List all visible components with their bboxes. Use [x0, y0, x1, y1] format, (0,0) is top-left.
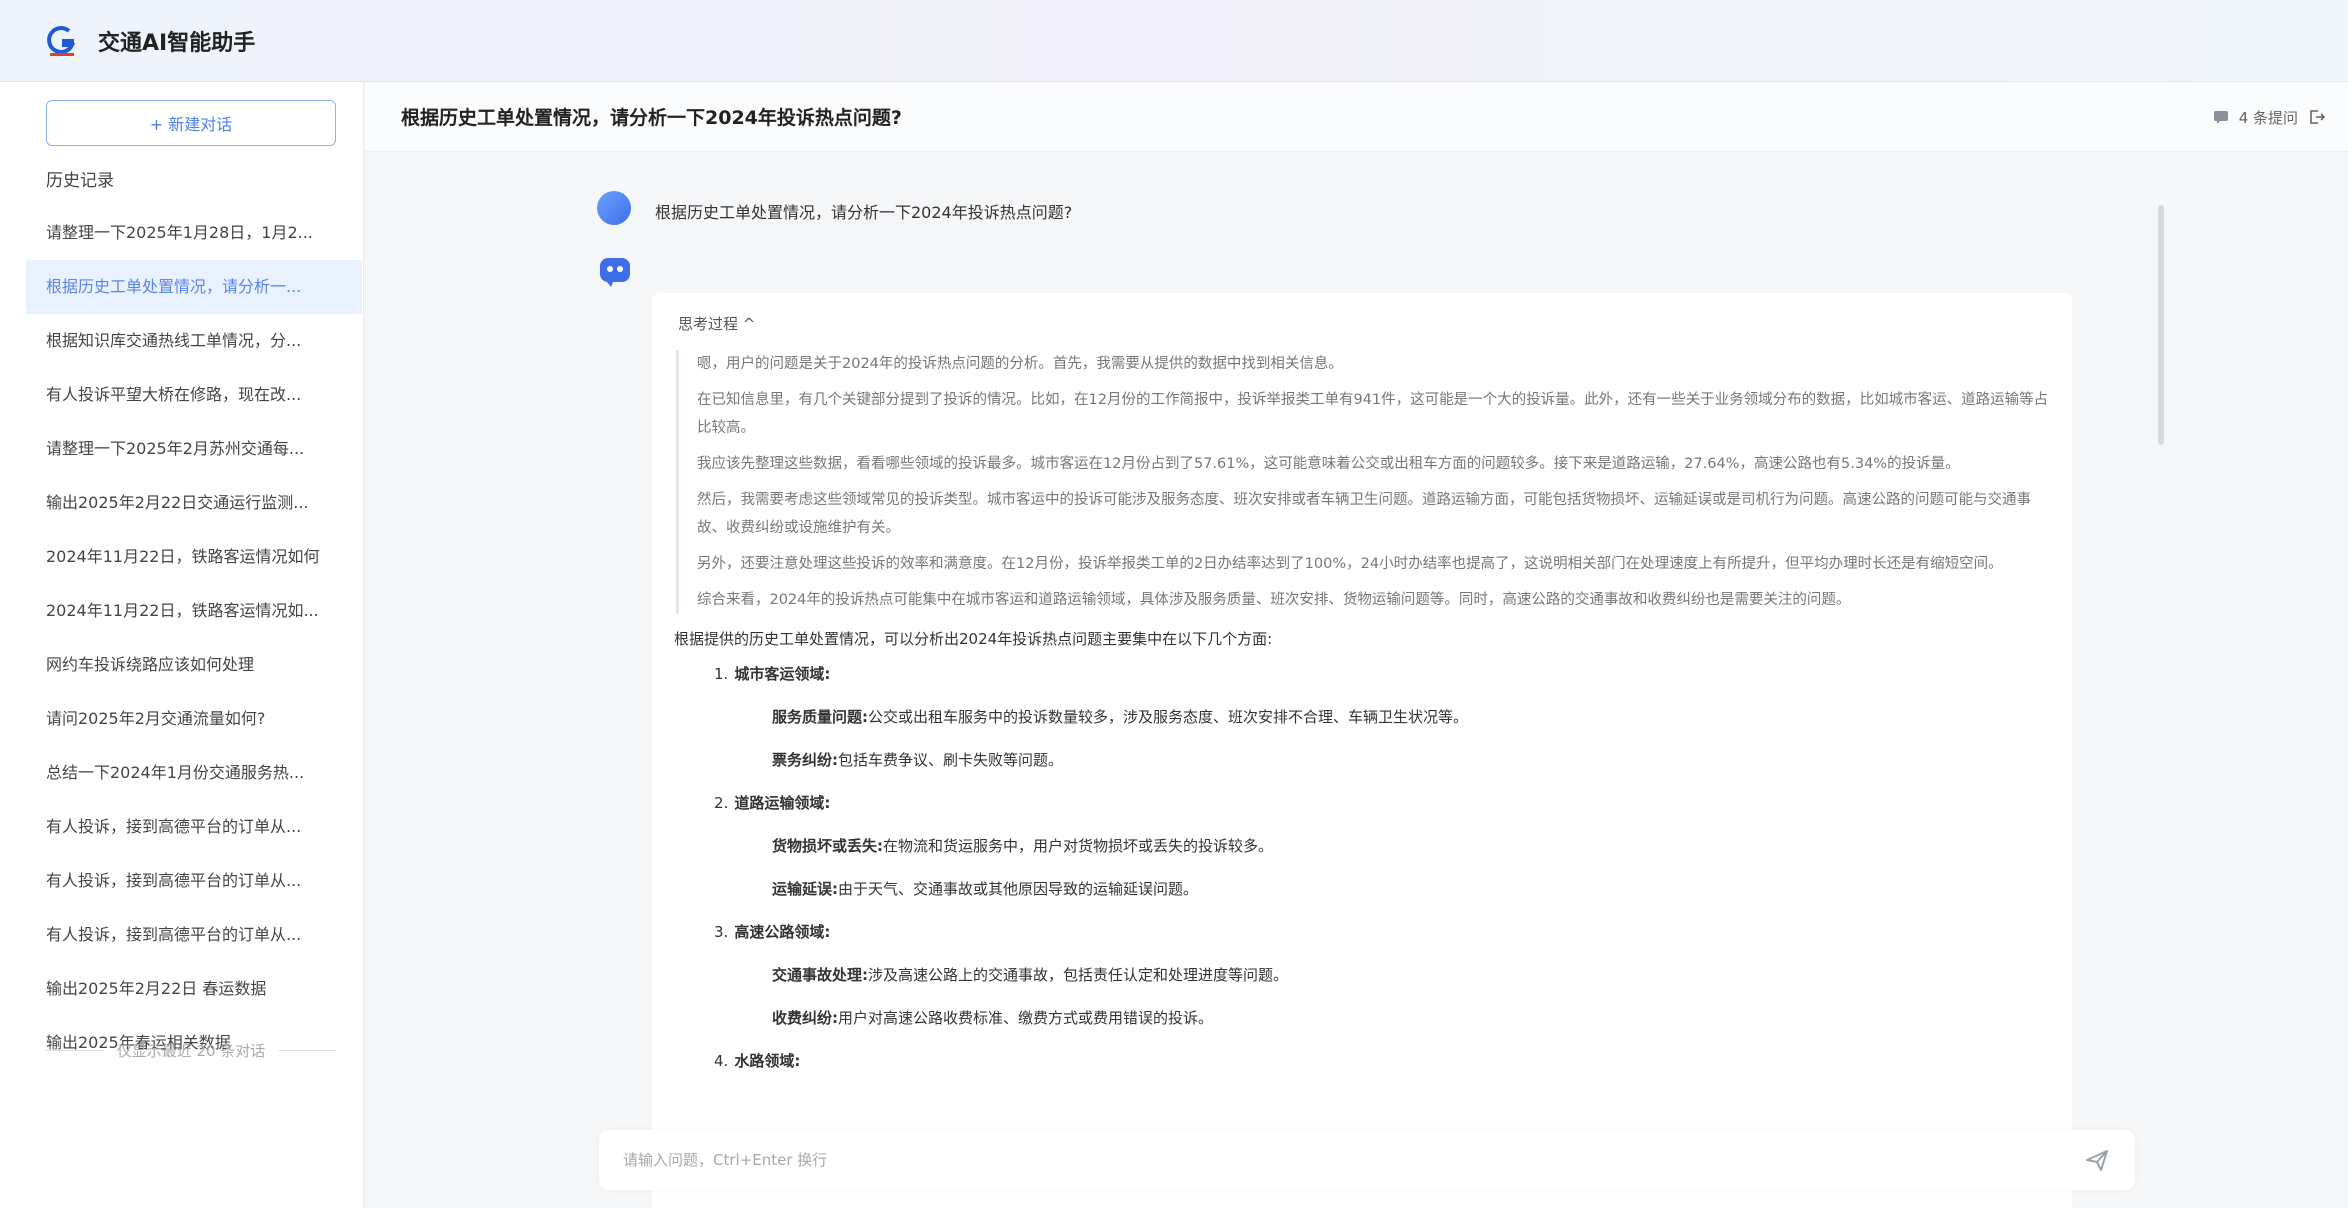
answer-point: 服务质量问题:公交或出租车服务中的投诉数量较多，涉及服务态度、班次安排不合理、车…: [772, 706, 2050, 727]
point-text: 在物流和货运服务中，用户对货物损坏或丢失的投诉较多。: [883, 837, 1274, 855]
header-actions: 4 条提问: [2213, 82, 2326, 152]
section-title: 1. 城市客运领域:: [714, 663, 2050, 684]
history-item[interactable]: 有人投诉，接到高德平台的订单从...: [26, 800, 362, 854]
answer-point: 货物损坏或丢失:在物流和货运服务中，用户对货物损坏或丢失的投诉较多。: [772, 835, 2050, 856]
history-item[interactable]: 根据知识库交通热线工单情况，分...: [26, 314, 362, 368]
think-paragraph: 然后，我需要考虑这些领域常见的投诉类型。城市客运中的投诉可能涉及服务态度、班次安…: [697, 492, 2031, 536]
section-heading: 道路运输领域:: [734, 794, 831, 812]
think-paragraph: 综合来看，2024年的投诉热点可能集中在城市客运和道路运输领域，具体涉及服务质量…: [697, 592, 1851, 608]
history-item[interactable]: 请整理一下2025年1月28日，1月2...: [26, 206, 362, 260]
history-title: 历史记录: [46, 171, 114, 191]
chat-title: 根据历史工单处置情况，请分析一下2024年投诉热点问题?: [401, 107, 902, 129]
point-text: 包括车费争议、刷卡失败等问题。: [838, 751, 1064, 769]
message-input-bar: [599, 1130, 2135, 1190]
think-paragraph: 另外，还要注意处理这些投诉的效率和满意度。在12月份，投诉举报类工单的2日办结率…: [697, 556, 2003, 572]
section-number: 4.: [714, 1052, 729, 1070]
history-footer-text: 仅显示最近 20 条对话: [116, 1042, 266, 1060]
answer-point: 收费纠纷:用户对高速公路收费标准、缴费方式或费用错误的投诉。: [772, 1007, 2050, 1028]
think-toggle[interactable]: 思考过程 ^: [678, 313, 2050, 334]
section-number: 2.: [714, 794, 729, 812]
user-message: 根据历史工单处置情况，请分析一下2024年投诉热点问题?: [655, 203, 1073, 222]
point-label: 交通事故处理:: [772, 966, 868, 984]
think-paragraph: 嗯，用户的问题是关于2024年的投诉热点问题的分析。首先，我需要从提供的数据中找…: [697, 356, 1343, 372]
section-number: 1.: [714, 665, 729, 683]
share-icon[interactable]: [2308, 108, 2326, 126]
history-item[interactable]: 有人投诉，接到高德平台的订单从...: [26, 854, 362, 908]
chat-bubble-icon: [2213, 111, 2228, 124]
point-label: 票务纠纷:: [772, 751, 838, 769]
point-text: 公交或出租车服务中的投诉数量较多，涉及服务态度、班次安排不合理、车辆卫生状况等。: [868, 708, 1469, 726]
divider: [279, 1050, 336, 1051]
logo-icon: [47, 25, 76, 56]
section-number: 3.: [714, 923, 729, 941]
section-title: 4. 水路领域:: [714, 1050, 2050, 1071]
history-item[interactable]: 有人投诉，接到高德平台的订单从...: [26, 908, 362, 962]
question-count[interactable]: 4 条提问: [2239, 107, 2298, 128]
history-item[interactable]: 请问2025年2月交通流量如何?: [26, 692, 362, 746]
history-item[interactable]: 2024年11月22日，铁路客运情况如...: [26, 584, 362, 638]
answer-point: 运输延误:由于天气、交通事故或其他原因导致的运输延误问题。: [772, 878, 2050, 899]
history-item[interactable]: 有人投诉平望大桥在修路，现在改...: [26, 368, 362, 422]
history-list: 请整理一下2025年1月28日，1月2... 根据历史工单处置情况，请分析一..…: [26, 206, 362, 1070]
think-process: 嗯，用户的问题是关于2024年的投诉热点问题的分析。首先，我需要从提供的数据中找…: [676, 350, 2050, 614]
history-footer: 仅显示最近 20 条对话: [46, 1040, 336, 1061]
history-item[interactable]: 总结一下2024年1月份交通服务热...: [26, 746, 362, 800]
chat-area: 根据历史工单处置情况，请分析一下2024年投诉热点问题? 思考过程 ^ 嗯，用户…: [365, 153, 2348, 1208]
top-bar: 交通AI智能助手: [0, 0, 2348, 82]
app-title: 交通AI智能助手: [98, 30, 256, 56]
point-label: 收费纠纷:: [772, 1009, 838, 1027]
point-text: 用户对高速公路收费标准、缴费方式或费用错误的投诉。: [838, 1009, 1214, 1027]
answer-point: 票务纠纷:包括车费争议、刷卡失败等问题。: [772, 749, 2050, 770]
content-fade: [652, 1193, 2072, 1208]
answer-card: 思考过程 ^ 嗯，用户的问题是关于2024年的投诉热点问题的分析。首先，我需要从…: [652, 293, 2072, 1208]
sidebar: + 新建对话 历史记录 请整理一下2025年1月28日，1月2... 根据历史工…: [0, 82, 364, 1208]
point-text: 由于天气、交通事故或其他原因导致的运输延误问题。: [838, 880, 1199, 898]
history-item-active[interactable]: 根据历史工单处置情况，请分析一...: [26, 260, 362, 314]
answer-point: 交通事故处理:涉及高速公路上的交通事故，包括责任认定和处理进度等问题。: [772, 964, 2050, 985]
point-label: 服务质量问题:: [772, 708, 868, 726]
history-item[interactable]: 2024年11月22日，铁路客运情况如何: [26, 530, 362, 584]
section-heading: 水路领域:: [734, 1052, 801, 1070]
message-input[interactable]: [623, 1151, 2023, 1169]
history-item[interactable]: 输出2025年2月22日交通运行监测...: [26, 476, 362, 530]
chat-header: 根据历史工单处置情况，请分析一下2024年投诉热点问题? 4 条提问: [365, 82, 2348, 152]
section-title: 3. 高速公路领域:: [714, 921, 2050, 942]
answer-intro: 根据提供的历史工单处置情况，可以分析出2024年投诉热点问题主要集中在以下几个方…: [674, 630, 1273, 648]
send-icon[interactable]: [2083, 1146, 2111, 1174]
bot-icon: [600, 258, 630, 287]
section-heading: 高速公路领域:: [734, 923, 831, 941]
user-avatar: [597, 191, 631, 225]
history-item[interactable]: 输出2025年2月22日 春运数据: [26, 962, 362, 1016]
point-text: 涉及高速公路上的交通事故，包括责任认定和处理进度等问题。: [868, 966, 1289, 984]
point-label: 运输延误:: [772, 880, 838, 898]
divider: [46, 1050, 103, 1051]
scrollbar[interactable]: [2158, 205, 2164, 445]
history-item[interactable]: 网约车投诉绕路应该如何处理: [26, 638, 362, 692]
point-label: 货物损坏或丢失:: [772, 837, 883, 855]
new-chat-button[interactable]: + 新建对话: [46, 100, 336, 146]
think-paragraph: 我应该先整理这些数据，看看哪些领域的投诉最多。城市客运在12月份占到了57.61…: [697, 456, 1960, 472]
think-paragraph: 在已知信息里，有几个关键部分提到了投诉的情况。比如，在12月份的工作简报中，投诉…: [697, 392, 2049, 436]
section-title: 2. 道路运输领域:: [714, 792, 2050, 813]
section-heading: 城市客运领域:: [734, 665, 831, 683]
history-item[interactable]: 请整理一下2025年2月苏州交通每...: [26, 422, 362, 476]
